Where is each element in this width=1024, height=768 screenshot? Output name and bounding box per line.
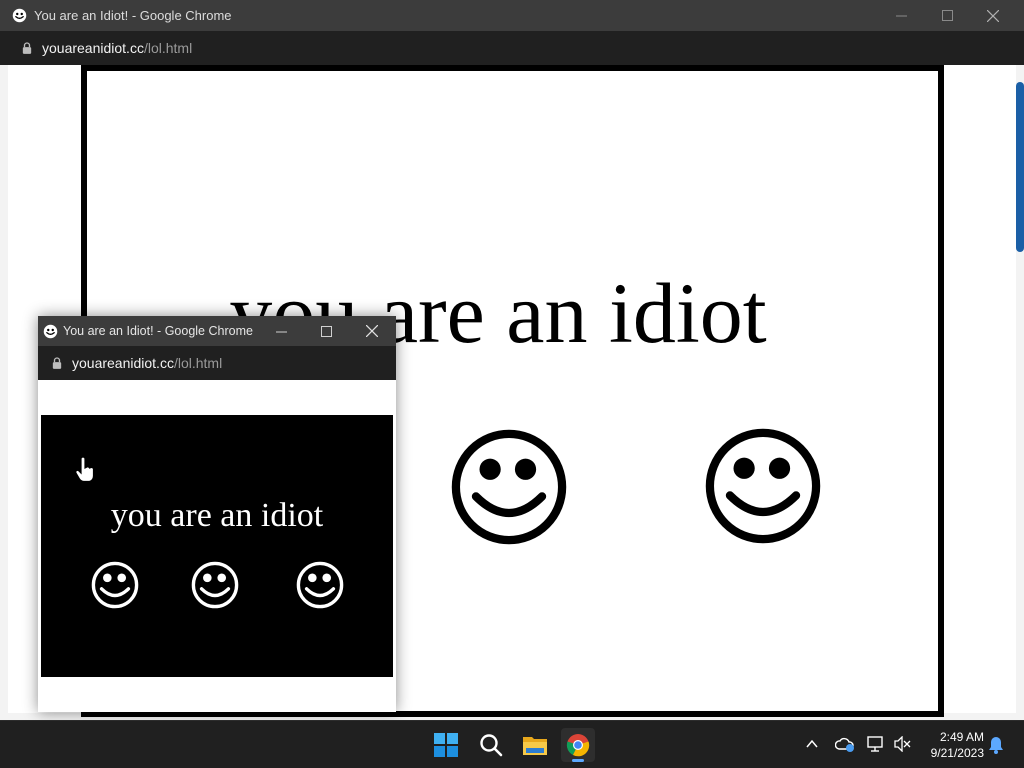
minimize-icon bbox=[275, 331, 287, 332]
popup-maximize-button[interactable] bbox=[303, 316, 349, 346]
url-path: /lol.html bbox=[173, 355, 223, 371]
url-host: youareanidiot.cc bbox=[72, 355, 174, 371]
file-explorer-button[interactable] bbox=[518, 728, 552, 762]
smiley-favicon-icon bbox=[43, 324, 58, 339]
popup-close-button[interactable] bbox=[349, 316, 395, 346]
chrome-taskbar-button[interactable] bbox=[561, 728, 595, 762]
chrome-icon bbox=[566, 734, 590, 757]
maximize-icon bbox=[320, 325, 332, 337]
file-explorer-icon bbox=[523, 737, 547, 755]
lock-icon bbox=[52, 357, 62, 369]
volume-muted-icon[interactable] bbox=[893, 736, 911, 752]
popup-title-bar[interactable]: You are an Idiot! - Google Chrome bbox=[38, 316, 396, 346]
maximize-button[interactable] bbox=[924, 0, 970, 31]
search-button[interactable] bbox=[474, 728, 508, 762]
smiley-face-icon bbox=[296, 561, 344, 609]
popup-window-title: You are an Idiot! - Google Chrome bbox=[63, 324, 253, 338]
popup-url[interactable]: youareanidiot.cc/lol.html bbox=[72, 355, 222, 371]
popup-browser-window: You are an Idiot! - Google Chrome youare… bbox=[38, 316, 396, 712]
windows-taskbar: 2:49 AM 9/21/2023 bbox=[0, 720, 1024, 768]
main-title-bar[interactable]: You are an Idiot! - Google Chrome bbox=[0, 0, 1024, 31]
onedrive-icon[interactable] bbox=[835, 736, 855, 752]
url-host: youareanidiot.cc bbox=[42, 40, 144, 56]
popup-address-bar[interactable]: youareanidiot.cc/lol.html bbox=[38, 346, 396, 380]
start-button[interactable] bbox=[429, 728, 463, 762]
network-icon[interactable] bbox=[867, 736, 885, 752]
smiley-face-icon bbox=[191, 561, 239, 609]
windows-start-icon bbox=[434, 733, 458, 757]
search-icon bbox=[480, 734, 503, 757]
smiley-face-icon bbox=[704, 427, 822, 545]
popup-minimize-button[interactable] bbox=[258, 316, 304, 346]
hand-cursor-icon bbox=[75, 457, 95, 483]
close-button[interactable] bbox=[970, 0, 1016, 31]
chevron-up-icon[interactable] bbox=[806, 739, 818, 749]
system-clock[interactable]: 2:49 AM 9/21/2023 bbox=[914, 729, 984, 761]
notification-bell-icon[interactable] bbox=[988, 736, 1004, 754]
popup-idiot-text: you are an idiot bbox=[110, 497, 324, 534]
main-url[interactable]: youareanidiot.cc/lol.html bbox=[42, 40, 192, 56]
popup-black-content: you are an idiot bbox=[41, 415, 393, 677]
lock-icon bbox=[22, 42, 32, 54]
smiley-face-icon bbox=[91, 561, 139, 609]
smiley-favicon-icon bbox=[12, 8, 27, 23]
background-window-edge bbox=[1016, 82, 1024, 252]
minimize-icon bbox=[895, 15, 907, 17]
minimize-button[interactable] bbox=[878, 0, 924, 31]
url-path: /lol.html bbox=[143, 40, 193, 56]
clock-date: 9/21/2023 bbox=[930, 746, 984, 760]
close-icon bbox=[987, 9, 999, 22]
main-window-title: You are an Idiot! - Google Chrome bbox=[34, 8, 232, 23]
smiley-face-icon bbox=[450, 428, 568, 546]
active-app-indicator bbox=[572, 759, 584, 762]
main-address-bar[interactable]: youareanidiot.cc/lol.html bbox=[0, 31, 1024, 65]
maximize-icon bbox=[941, 10, 953, 21]
close-icon bbox=[366, 325, 378, 337]
clock-time: 2:49 AM bbox=[939, 730, 984, 744]
